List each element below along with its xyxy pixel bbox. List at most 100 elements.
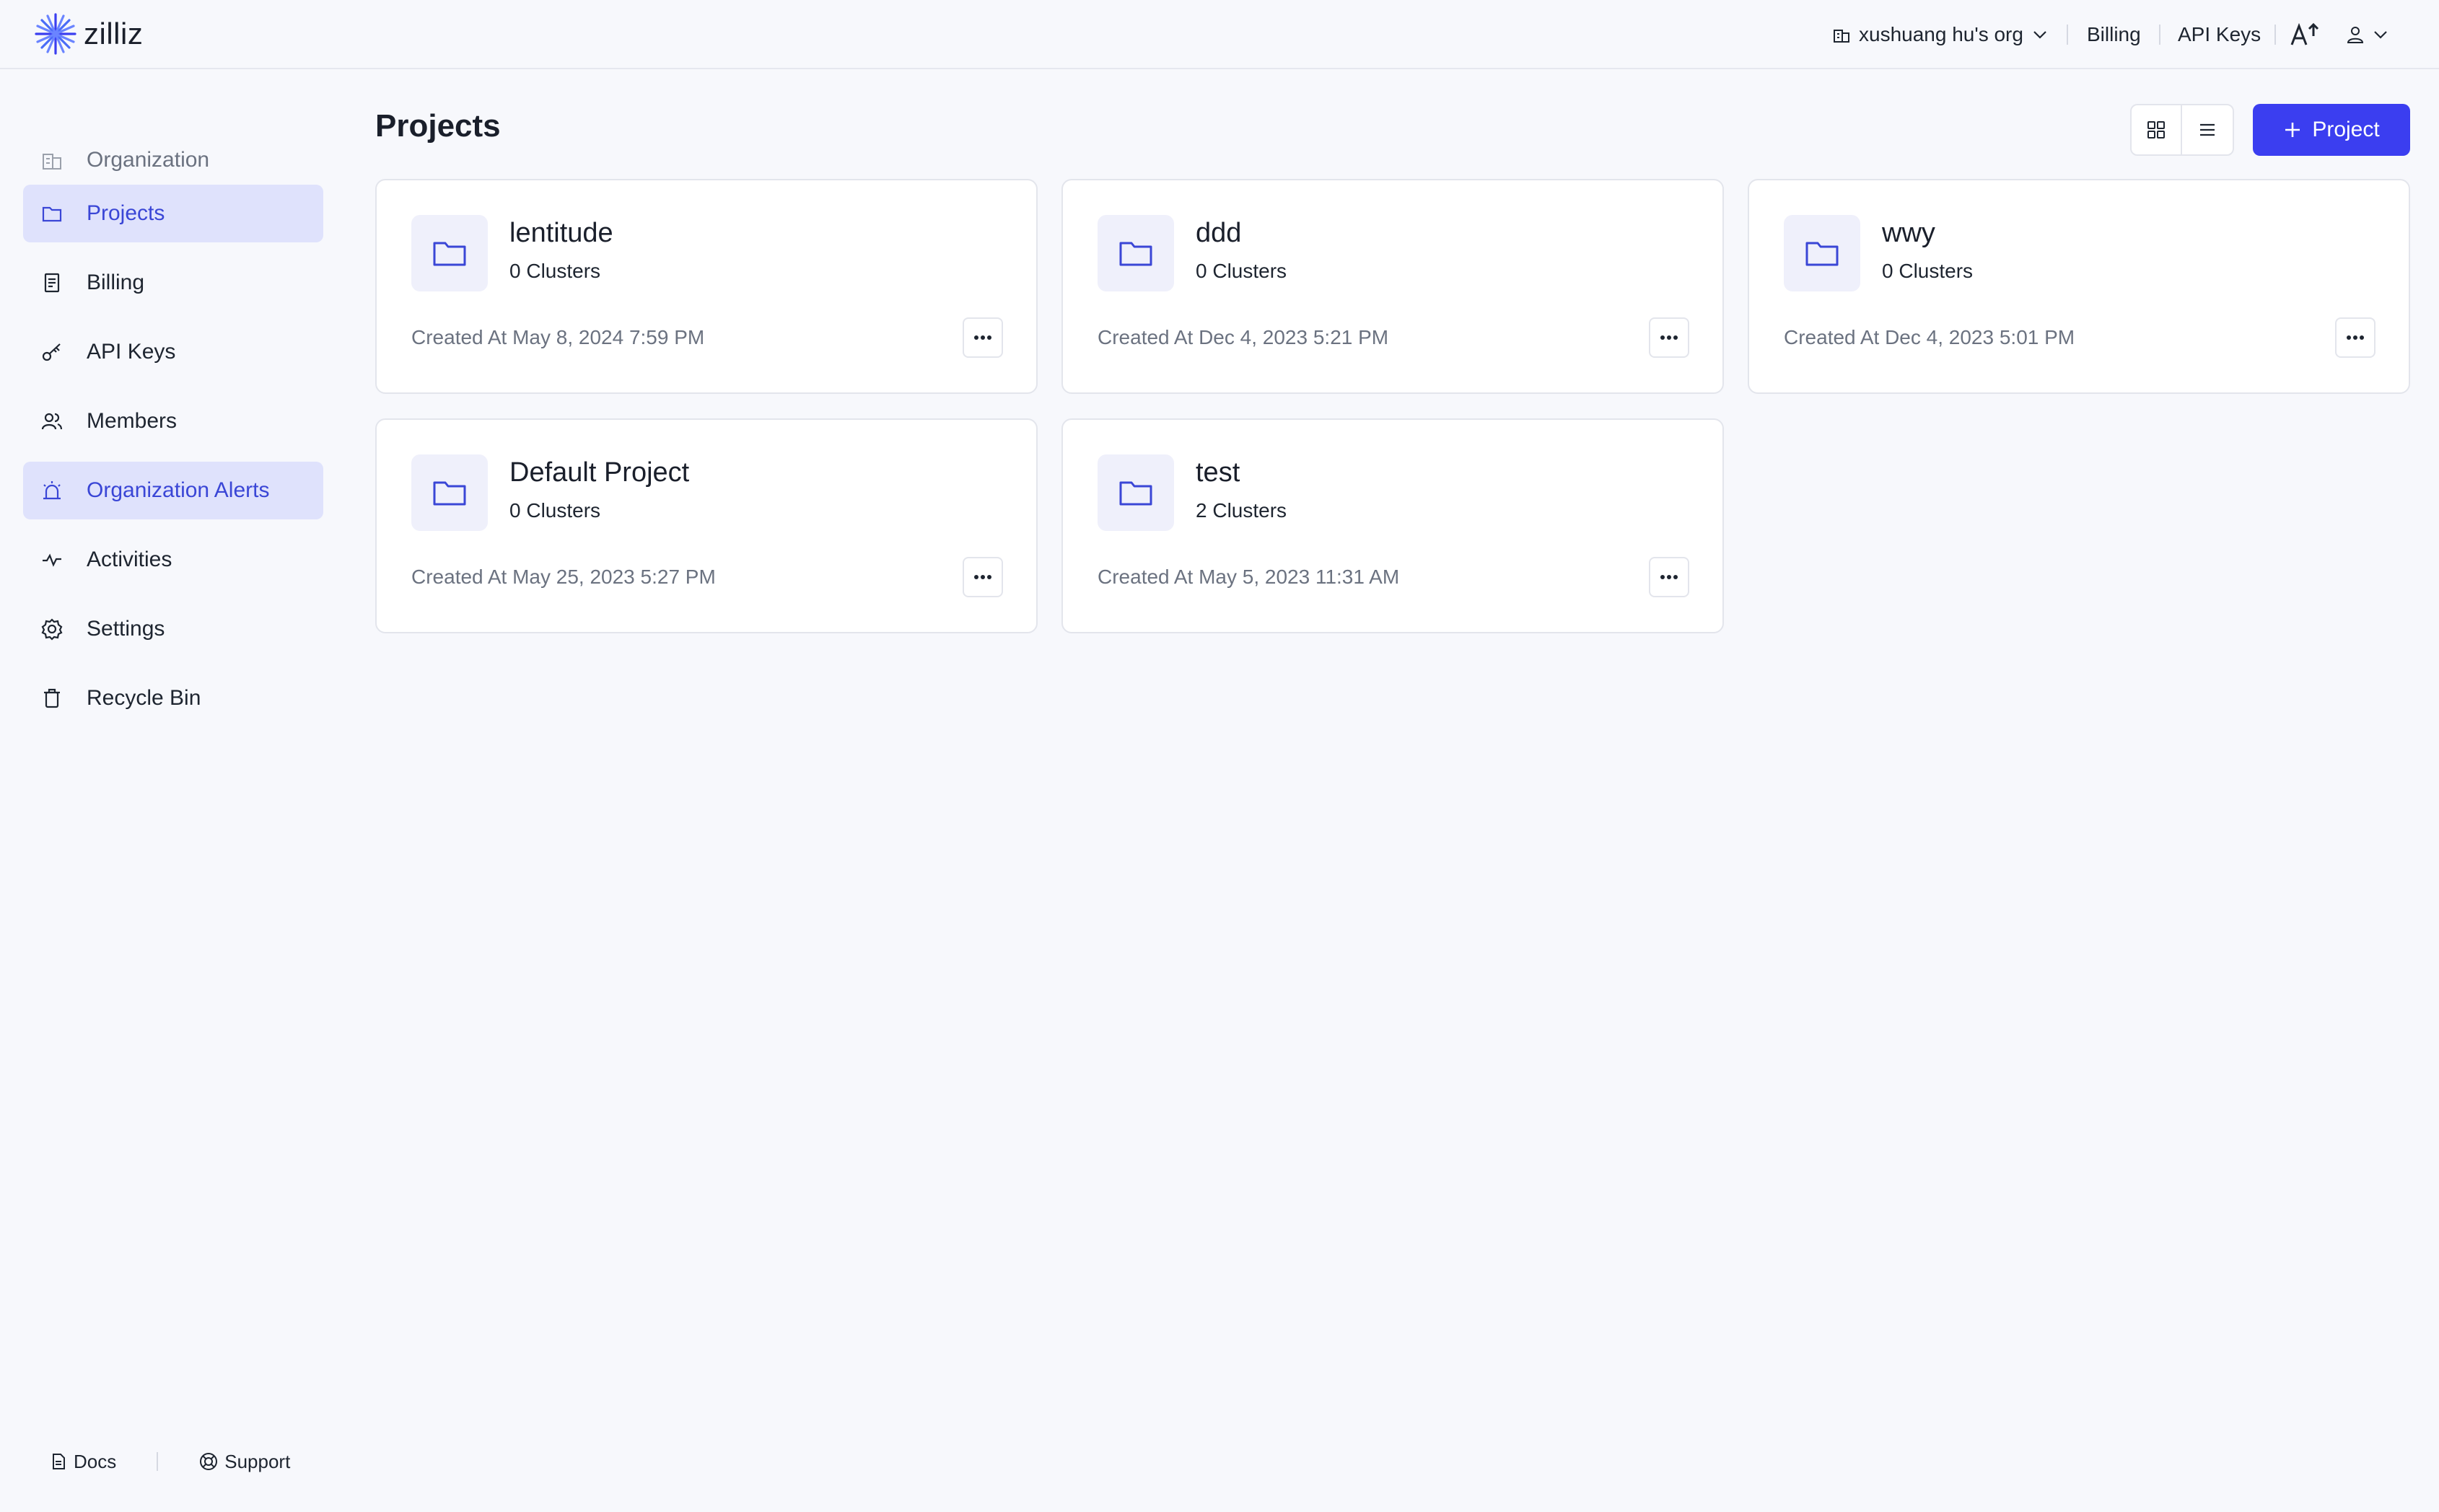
docs-link[interactable]: Docs [49,1451,116,1473]
sidebar-footer: Docs Support [49,1447,290,1476]
sidebar-item-api-keys[interactable]: API Keys [23,323,323,381]
alarm-icon [43,481,61,500]
trash-icon [44,688,60,708]
sidebar-item-members[interactable]: Members [23,392,323,450]
more-horizontal-icon [1660,575,1678,579]
folder-icon [433,242,466,266]
project-name: lentitude [509,218,613,248]
project-card-test[interactable]: test 2 Clusters Created At May 5, 2023 1… [1061,418,1724,633]
project-name: Default Project [509,457,690,488]
plus-icon [2285,123,2300,137]
gear-icon [41,618,63,641]
project-card-wwy[interactable]: wwy 0 Clusters Created At Dec 4, 2023 5:… [1748,179,2410,394]
project-folder-icon-box [411,215,488,291]
more-horizontal-icon [974,575,991,579]
project-created-at: Created At May 25, 2023 5:27 PM [411,566,716,588]
project-more-button[interactable] [963,557,1003,597]
document-icon [53,1454,65,1469]
sidebar-item-label: Projects [87,201,165,225]
header-api-keys-link[interactable]: API Keys [2178,17,2261,52]
org-switcher[interactable]: xushuang hu's org [1831,17,2049,52]
sidebar-item-projects[interactable]: Projects [23,185,323,242]
building-icon [43,154,61,170]
sidebar-item-organization-alerts[interactable]: Organization Alerts [23,462,323,519]
project-card-lentitude[interactable]: lentitude 0 Clusters Created At May 8, 2… [375,179,1038,394]
grid-view-button[interactable] [2132,105,2182,154]
folder-icon [42,206,62,222]
chevron-down-icon [2033,31,2046,39]
list-icon [2200,123,2215,136]
add-project-button[interactable]: Project [2253,104,2410,156]
project-folder-icon-box [1784,215,1860,291]
project-cluster-count: 2 Clusters [1196,499,1287,522]
more-horizontal-icon [2347,335,2364,340]
user-menu[interactable] [2345,17,2390,52]
support-link[interactable]: Support [198,1451,290,1473]
project-cluster-count: 0 Clusters [509,499,601,522]
folder-icon [433,481,466,506]
docs-label: Docs [74,1450,117,1472]
sidebar-item-label: Organization Alerts [87,478,270,502]
project-name: wwy [1882,218,1935,248]
sidebar-item-label: Activities [87,548,172,571]
sidebar-item-settings[interactable]: Settings [23,600,323,658]
header-divider [2159,25,2160,45]
project-created-at: Created At May 8, 2024 7:59 PM [411,326,705,348]
project-cluster-count: 0 Clusters [1882,260,1974,282]
view-toggle [2130,104,2234,156]
project-more-button[interactable] [1649,317,1689,358]
sidebar: Organization Projects Billing API Keys M… [0,71,339,1512]
project-created-at: Created At Dec 4, 2023 5:01 PM [1784,326,2075,348]
user-icon [2347,27,2364,43]
project-cluster-count: 0 Clusters [509,260,601,282]
project-more-button[interactable] [963,317,1003,358]
project-more-button[interactable] [1649,557,1689,597]
top-header: zilliz xushuang hu's org Billing API Key… [0,0,2439,69]
org-name: xushuang hu's org [1859,23,2023,45]
sidebar-item-label: Members [87,409,178,433]
sidebar-item-label: Billing [87,271,145,294]
project-created-at: Created At May 5, 2023 11:31 AM [1098,566,1400,588]
sidebar-item-billing[interactable]: Billing [23,254,323,312]
project-folder-icon-box [1098,215,1174,291]
users-icon [41,413,63,430]
zilliz-star-icon [35,13,76,55]
support-label: Support [224,1450,291,1472]
project-created-at: Created At Dec 4, 2023 5:21 PM [1098,326,1389,348]
sidebar-item-label: Recycle Bin [87,686,201,710]
key-icon [42,343,61,361]
folder-icon [1119,481,1152,506]
project-folder-icon-box [411,454,488,531]
activity-icon [43,553,61,567]
project-folder-icon-box [1098,454,1174,531]
project-more-button[interactable] [2335,317,2375,358]
header-divider [2274,25,2276,45]
project-name: ddd [1196,218,1242,248]
sidebar-item-organization[interactable]: Organization [23,131,323,189]
sidebar-item-label: Settings [87,617,165,641]
chevron-down-icon [2374,31,2387,39]
more-horizontal-icon [1660,335,1678,340]
sidebar-item-activities[interactable]: Activities [23,531,323,589]
font-size-icon[interactable] [2289,17,2321,52]
header-billing-link[interactable]: Billing [2087,17,2141,52]
footer-divider [157,1452,159,1471]
receipt-icon [44,273,60,293]
folder-icon [1119,242,1152,266]
lifebuoy-icon [200,1453,218,1470]
header-divider [2067,25,2068,45]
building-icon [1834,30,1849,43]
sidebar-item-recycle-bin[interactable]: Recycle Bin [23,669,323,727]
project-card-ddd[interactable]: ddd 0 Clusters Created At Dec 4, 2023 5:… [1061,179,1724,394]
grid-icon [2147,121,2165,139]
page-title: Projects [375,108,501,144]
project-card-default-project[interactable]: Default Project 0 Clusters Created At Ma… [375,418,1038,633]
add-project-label: Project [2312,118,2380,141]
logo-text: zilliz [84,17,144,50]
list-view-button[interactable] [2182,105,2233,154]
project-name: test [1196,457,1240,488]
more-horizontal-icon [974,335,991,340]
zilliz-logo[interactable]: zilliz [33,10,143,58]
project-cluster-count: 0 Clusters [1196,260,1287,282]
folder-icon [1805,242,1839,266]
